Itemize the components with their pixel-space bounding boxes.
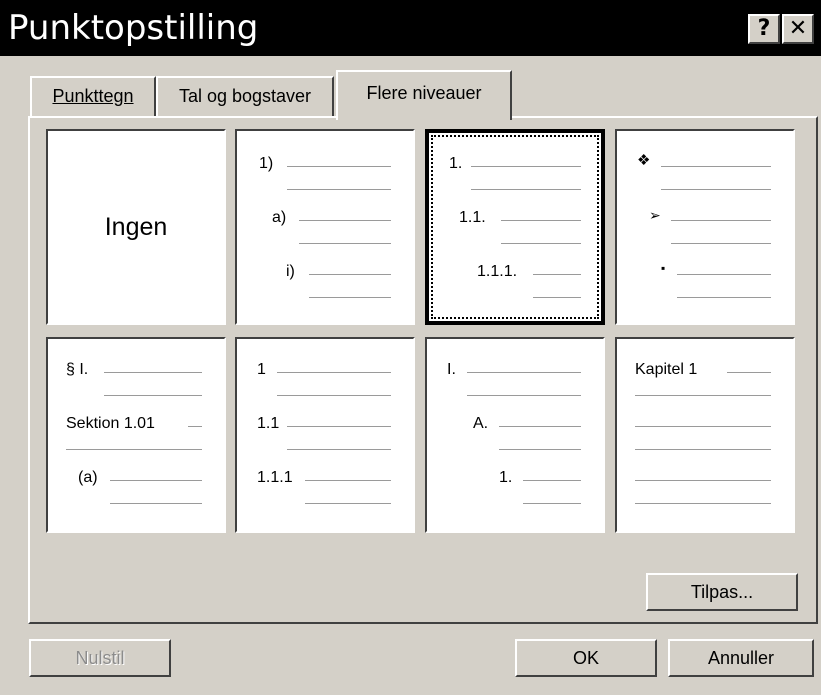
line	[533, 274, 581, 275]
line	[635, 503, 771, 504]
close-icon: ✕	[788, 16, 808, 41]
line	[635, 395, 771, 396]
level-1-label: § I.	[66, 361, 89, 378]
level-2-label: Sektion 1.01	[66, 415, 155, 432]
line	[635, 449, 771, 450]
line	[499, 426, 581, 427]
line	[305, 480, 391, 481]
tab-numbers-letters[interactable]: Tal og bogstaver	[156, 76, 334, 116]
line	[287, 166, 391, 167]
title-bar: Punktopstilling ? ✕	[0, 0, 821, 56]
line	[671, 243, 771, 244]
option-roman-letter-number[interactable]: I. A. 1.	[425, 337, 605, 533]
square-bullet-icon: ▪	[661, 261, 666, 275]
option-decimal-outline[interactable]: 1. 1.1. 1.1.1.	[425, 129, 605, 325]
line	[467, 395, 581, 396]
line	[110, 480, 202, 481]
line	[104, 372, 202, 373]
line	[277, 372, 391, 373]
level-3-label: 1.1.1.	[477, 263, 518, 280]
level-1-label: 1)	[259, 155, 274, 172]
line	[635, 426, 771, 427]
line	[501, 220, 581, 221]
level-3-label: i)	[286, 263, 295, 280]
line	[66, 449, 202, 450]
line	[671, 220, 771, 221]
tab-bullets[interactable]: Punkttegn	[30, 76, 156, 116]
line	[661, 166, 771, 167]
level-1-label: 1	[257, 361, 266, 378]
line	[471, 166, 581, 167]
line	[277, 395, 391, 396]
line	[188, 426, 202, 427]
line	[104, 395, 202, 396]
option-none[interactable]: Ingen	[46, 129, 226, 325]
level-1-label: 1.	[449, 155, 463, 172]
reset-button[interactable]: Nulstil	[29, 639, 171, 677]
option-chapter[interactable]: Kapitel 1	[615, 337, 795, 533]
line	[635, 480, 771, 481]
line	[467, 372, 581, 373]
line	[299, 220, 391, 221]
line	[661, 189, 771, 190]
level-3-label: 1.	[499, 469, 513, 486]
line	[299, 243, 391, 244]
option-section-article[interactable]: § I. Sektion 1.01 (a)	[46, 337, 226, 533]
diamond-bullet-icon: ❖	[637, 152, 651, 169]
option-bullet-symbols[interactable]: ❖ ➢ ▪	[615, 129, 795, 325]
level-1-label: I.	[447, 361, 456, 378]
line	[309, 297, 391, 298]
dialog-title: Punktopstilling	[8, 8, 259, 48]
line	[501, 243, 581, 244]
line	[305, 503, 391, 504]
level-3-label: 1.1.1	[257, 469, 293, 486]
level-2-label: a)	[272, 209, 287, 226]
level-2-label: 1.1	[257, 415, 280, 432]
tab-multilevel[interactable]: Flere niveauer	[336, 70, 512, 120]
line	[287, 449, 391, 450]
line	[533, 297, 581, 298]
arrow-bullet-icon: ➢	[649, 207, 661, 223]
line	[287, 189, 391, 190]
level-3-label: (a)	[78, 469, 98, 486]
line	[677, 297, 771, 298]
option-none-label: Ingen	[104, 213, 168, 241]
option-paren-number-letter-roman[interactable]: 1) a) i)	[235, 129, 415, 325]
line	[287, 426, 391, 427]
line	[727, 372, 771, 373]
bullets-dialog: Punktopstilling ? ✕ Punkttegn Tal og bog…	[0, 0, 821, 695]
level-2-label: A.	[473, 415, 489, 432]
close-button[interactable]: ✕	[782, 14, 814, 44]
customize-button[interactable]: Tilpas...	[646, 573, 798, 611]
level-2-label: 1.1.	[459, 209, 486, 226]
cancel-button[interactable]: Annuller	[668, 639, 814, 677]
line	[499, 449, 581, 450]
line	[309, 274, 391, 275]
line	[110, 503, 202, 504]
level-1-label: Kapitel 1	[635, 361, 698, 378]
help-button[interactable]: ?	[748, 14, 780, 44]
line	[677, 274, 771, 275]
line	[523, 503, 581, 504]
line	[471, 189, 581, 190]
line	[523, 480, 581, 481]
option-legal-numbers[interactable]: 1 1.1 1.1.1	[235, 337, 415, 533]
ok-button[interactable]: OK	[515, 639, 657, 677]
